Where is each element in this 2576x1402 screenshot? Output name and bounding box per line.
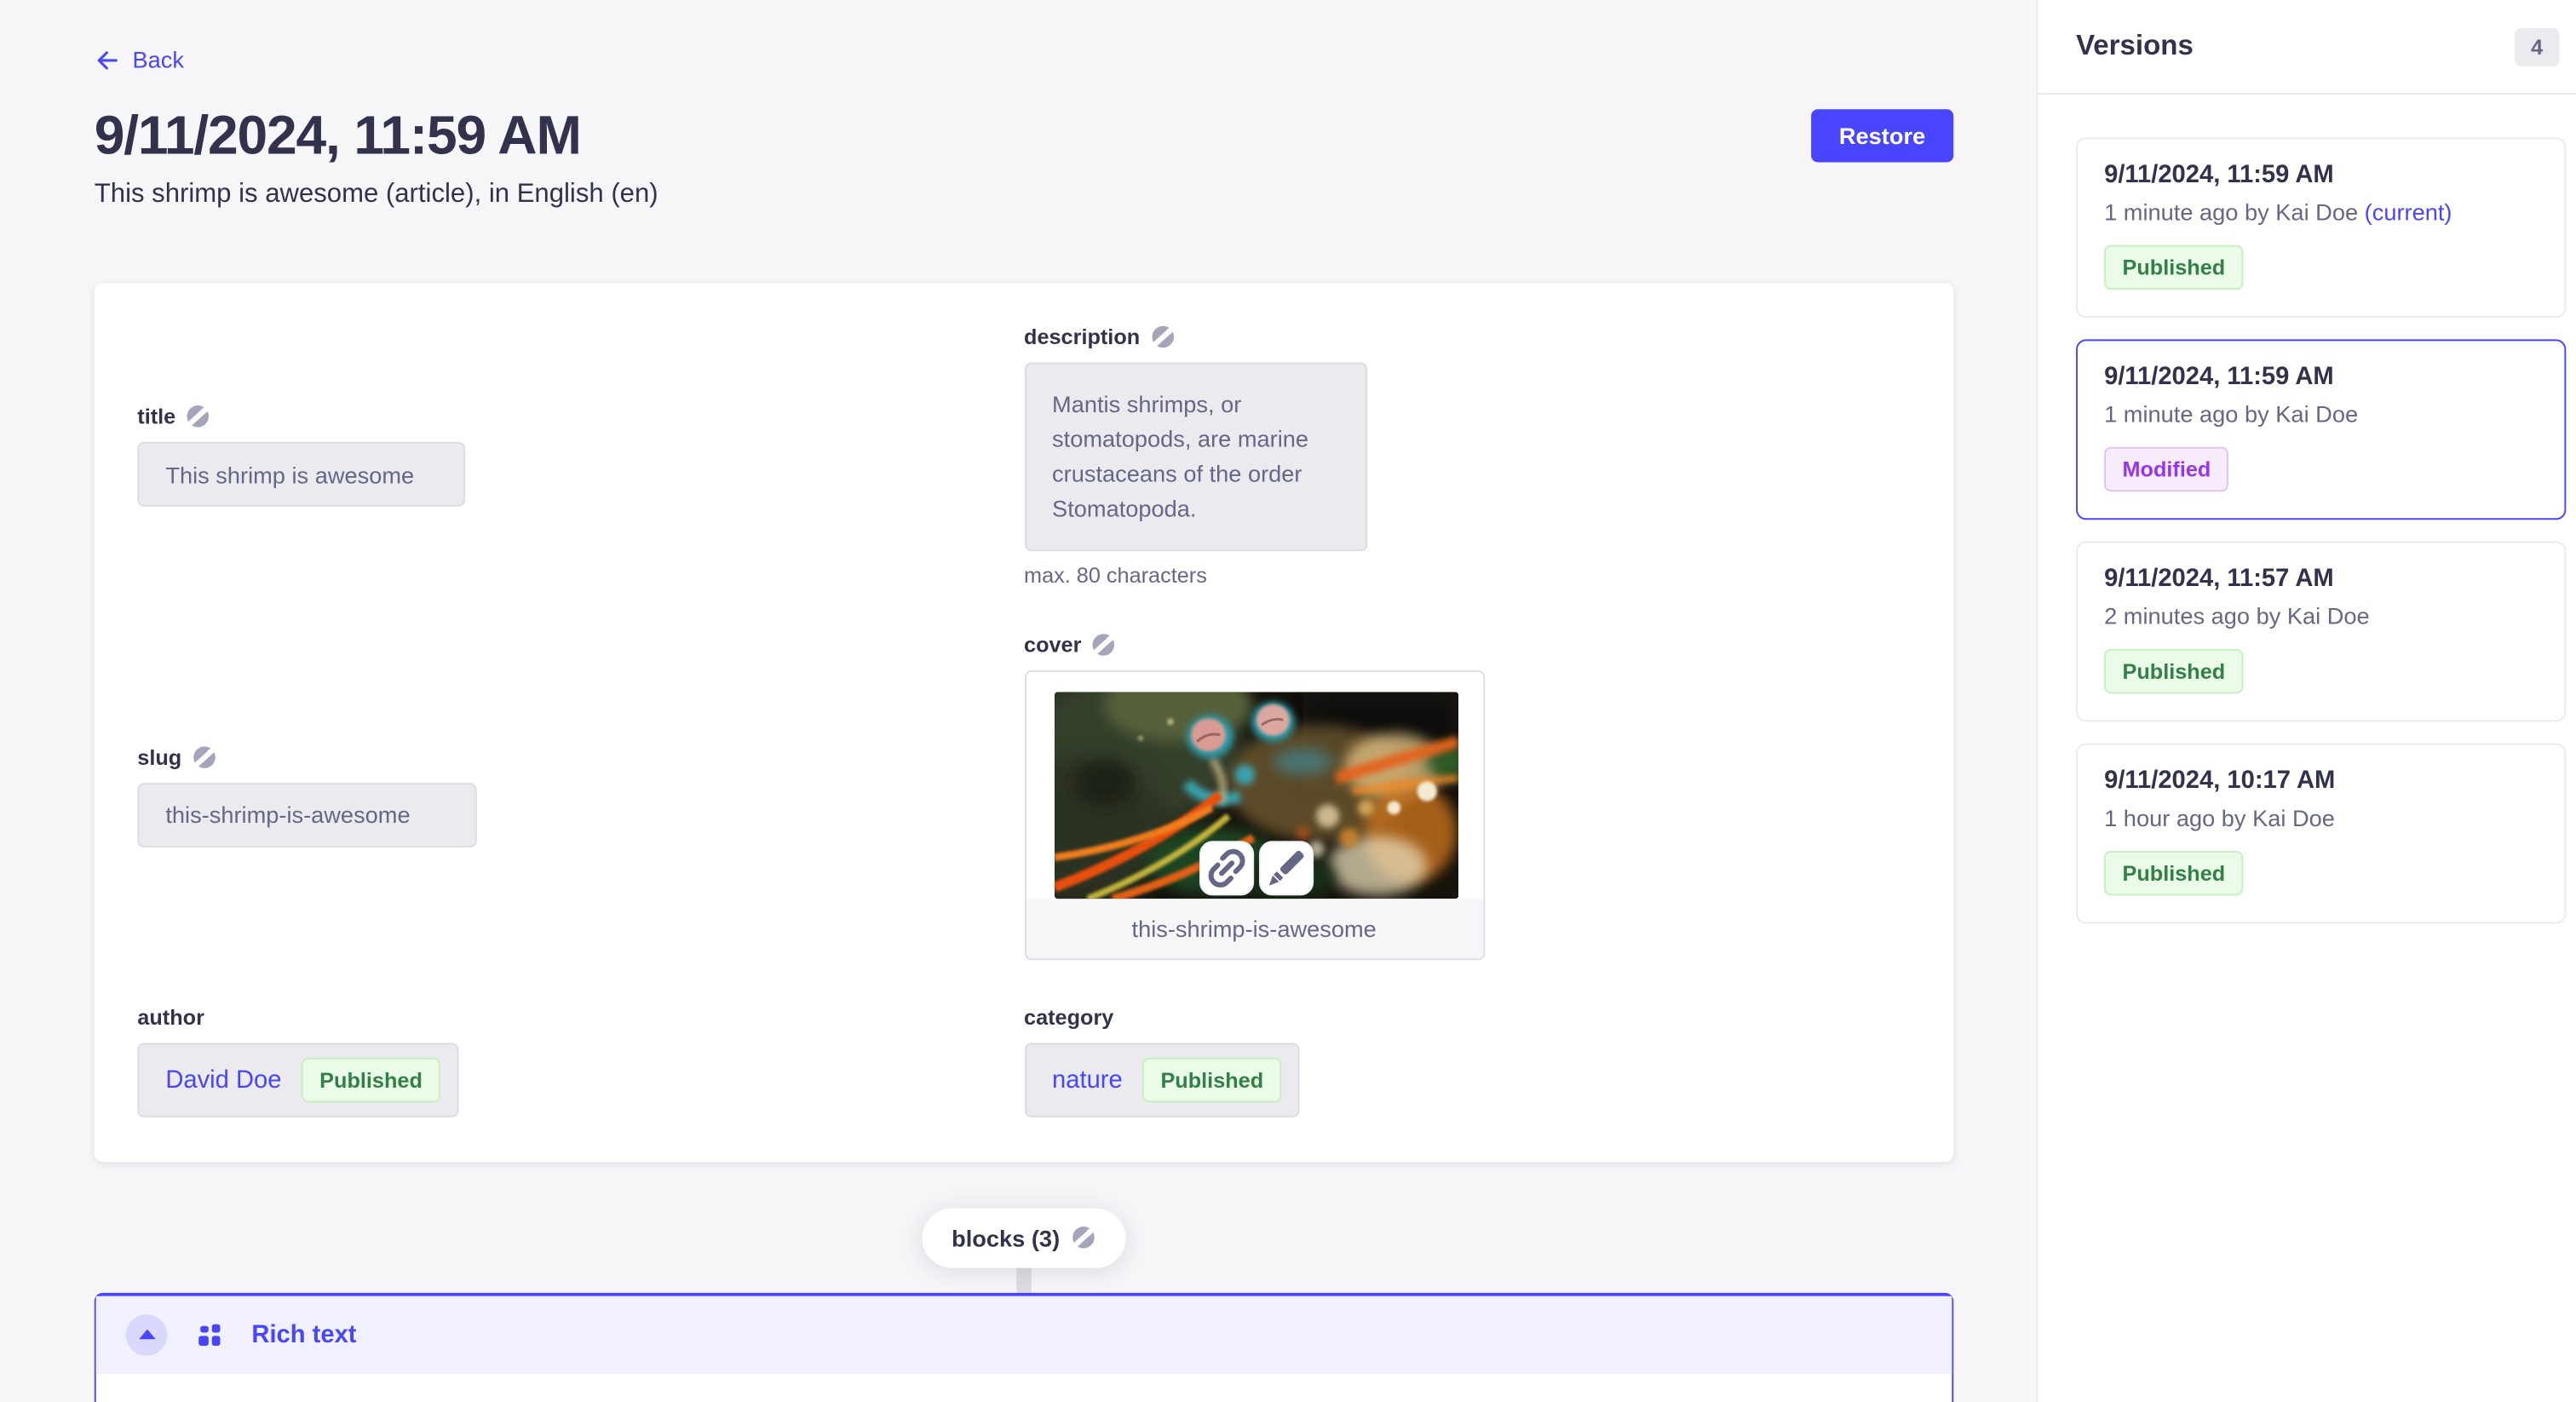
version-status-badge: Published — [2104, 649, 2243, 693]
field-category: category nature Published — [1024, 1004, 1911, 1117]
version-card[interactable]: 9/11/2024, 11:59 AM 1 minute ago by Kai … — [2076, 137, 2566, 318]
chevron-up-icon — [138, 1330, 154, 1340]
versions-header: Versions 4 — [2038, 0, 2576, 95]
version-status-badge: Published — [2104, 851, 2243, 895]
title-input: This shrimp is awesome — [137, 442, 465, 507]
restore-button[interactable]: Restore — [1811, 108, 1953, 161]
category-relation-link[interactable]: nature — [1052, 1066, 1123, 1094]
version-meta: 1 hour ago by Kai Doe — [2104, 805, 2538, 831]
version-card[interactable]: 9/11/2024, 11:59 AM 1 minute ago by Kai … — [2076, 339, 2566, 520]
author-relation-link[interactable]: David Doe — [165, 1066, 281, 1094]
author-label: author — [137, 1004, 204, 1029]
versions-list: 9/11/2024, 11:59 AM 1 minute ago by Kai … — [2038, 95, 2576, 962]
blocks-grid-icon — [198, 1324, 220, 1345]
version-card[interactable]: 9/11/2024, 11:57 AM 2 minutes ago by Kai… — [2076, 542, 2566, 722]
version-status-badge: Published — [2104, 245, 2243, 290]
back-label: Back — [132, 46, 183, 72]
category-status-badge: Published — [1142, 1057, 1281, 1101]
field-author: author David Doe Published — [137, 1004, 1024, 1117]
rich-text-block-label: Rich text — [251, 1320, 356, 1348]
page-subtitle: This shrimp is awesome (article), in Eng… — [95, 180, 1953, 210]
globe-icon — [1091, 631, 1116, 656]
cover-label: cover — [1024, 631, 1081, 656]
collapse-block-button[interactable] — [126, 1313, 168, 1355]
rich-text-block-header: Rich text — [96, 1296, 1952, 1373]
cover-edit-button[interactable] — [1258, 840, 1313, 894]
versions-sidebar: Versions 4 9/11/2024, 11:59 AM 1 minute … — [2036, 0, 2576, 1402]
versions-count-badge: 4 — [2515, 27, 2560, 66]
version-meta: 2 minutes ago by Kai Doe — [2104, 602, 2538, 629]
blocks-pill-label: blocks (3) — [952, 1224, 1060, 1250]
blocks-dynamic-zone: blocks (3) Rich text body — [95, 1208, 1953, 1402]
field-title: title This shrimp is awesome — [137, 404, 1024, 506]
field-slug: slug this-shrimp-is-awesome — [137, 744, 1024, 847]
field-description: description Mantis shrimps, or stomatopo… — [1024, 324, 1911, 587]
pencil-icon — [1260, 842, 1311, 893]
slug-label: slug — [137, 744, 181, 769]
description-label: description — [1024, 324, 1140, 348]
category-relation: nature Published — [1024, 1042, 1300, 1116]
slug-input: this-shrimp-is-awesome — [137, 782, 476, 847]
description-textarea: Mantis shrimps, or stomatopods, are mari… — [1024, 362, 1366, 551]
version-date: 9/11/2024, 11:57 AM — [2104, 565, 2538, 593]
globe-icon — [1150, 324, 1175, 348]
block-connector — [1016, 1267, 1031, 1292]
description-hint: max. 80 characters — [1024, 562, 1911, 587]
title-label: title — [137, 404, 175, 428]
version-date: 9/11/2024, 11:59 AM — [2104, 363, 2538, 391]
version-card[interactable]: 9/11/2024, 10:17 AM 1 hour ago by Kai Do… — [2076, 744, 2566, 924]
page-title: 9/11/2024, 11:59 AM — [95, 103, 1811, 166]
cover-link-button[interactable] — [1199, 840, 1253, 894]
versions-title: Versions — [2076, 30, 2194, 63]
globe-icon — [1072, 1225, 1096, 1250]
main-panel: Back 9/11/2024, 11:59 AM Restore This sh… — [0, 0, 2036, 1402]
version-status-badge: Modified — [2104, 447, 2229, 491]
version-date: 9/11/2024, 10:17 AM — [2104, 767, 2538, 795]
blocks-pill: blocks (3) — [922, 1208, 1126, 1267]
link-icon — [1200, 842, 1251, 893]
globe-icon — [186, 404, 210, 428]
version-meta: 1 minute ago by Kai Doe (current) — [2104, 198, 2538, 225]
globe-icon — [192, 744, 216, 769]
back-link[interactable]: Back — [95, 46, 184, 72]
version-meta: 1 minute ago by Kai Doe — [2104, 400, 2538, 427]
cover-filename: this-shrimp-is-awesome — [1026, 898, 1482, 957]
version-date: 9/11/2024, 11:59 AM — [2104, 161, 2538, 189]
arrow-left-icon — [95, 47, 119, 72]
rich-text-block-body: body — [96, 1373, 1952, 1402]
cover-carousel: this-shrimp-is-awesome — [1024, 669, 1484, 959]
cover-image — [1054, 691, 1458, 898]
rich-text-block: Rich text body — [95, 1292, 1953, 1402]
version-fields-card: title This shrimp is awesome description… — [95, 282, 1953, 1161]
current-version-link[interactable]: (current) — [2365, 198, 2452, 225]
author-relation: David Doe Published — [137, 1042, 458, 1116]
author-status-badge: Published — [302, 1057, 440, 1101]
category-label: category — [1024, 1004, 1113, 1029]
content-history-page: Back 9/11/2024, 11:59 AM Restore This sh… — [0, 0, 2576, 1402]
field-cover: cover — [1024, 631, 1911, 959]
